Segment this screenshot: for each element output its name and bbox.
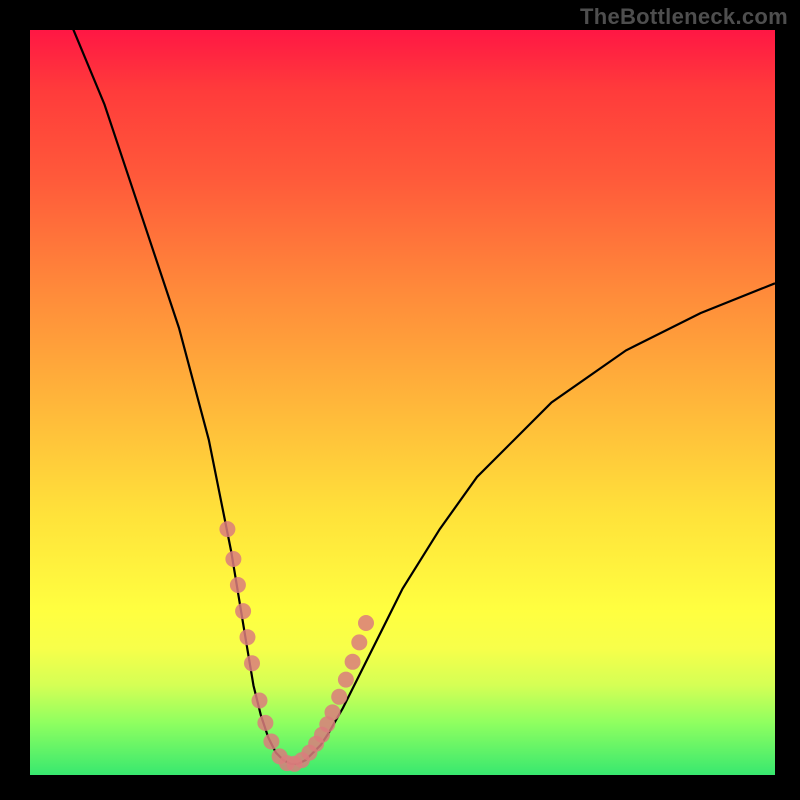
sample-dot	[325, 704, 341, 720]
sample-dot	[252, 693, 268, 709]
sample-dot	[263, 734, 279, 750]
chart-frame: TheBottleneck.com	[0, 0, 800, 800]
sample-dot	[257, 715, 273, 731]
sample-dots-group	[219, 521, 374, 772]
sample-dot	[240, 629, 256, 645]
curve-svg	[30, 30, 775, 775]
sample-dot	[235, 603, 251, 619]
sample-dot	[338, 672, 354, 688]
sample-dot	[244, 655, 260, 671]
sample-dot	[351, 634, 367, 650]
sample-dot	[358, 615, 374, 631]
plot-area	[30, 30, 775, 775]
sample-dot	[230, 577, 246, 593]
sample-dot	[219, 521, 235, 537]
sample-dot	[225, 551, 241, 567]
sample-dot	[345, 654, 361, 670]
sample-dot	[331, 689, 347, 705]
watermark-text: TheBottleneck.com	[580, 4, 788, 30]
bottleneck-curve-path	[67, 15, 775, 764]
